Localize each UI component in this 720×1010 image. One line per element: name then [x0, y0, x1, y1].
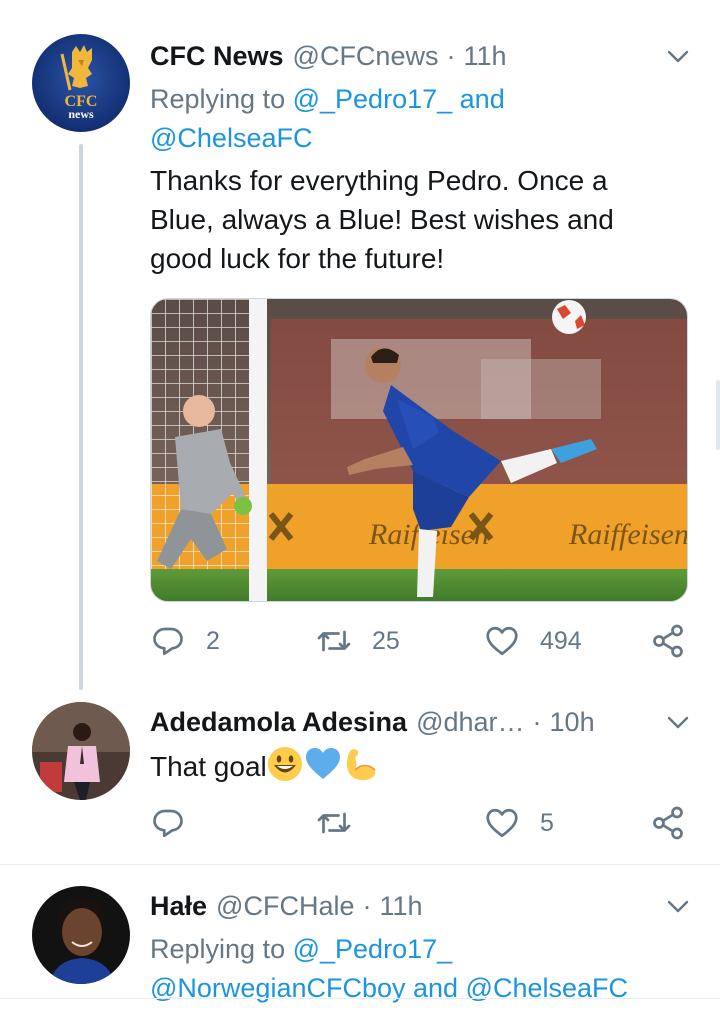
avatar-cfc-news[interactable]: CFC news [32, 34, 130, 132]
avatar-photo [32, 702, 130, 800]
like-icon [486, 626, 518, 656]
tweet-text-line: Thanks for everything Pedro. Once a [150, 165, 608, 196]
cfc-news-logo: CFC news [32, 34, 130, 132]
retweet-icon [317, 812, 351, 834]
tweet-divider [0, 864, 720, 865]
avatar-hale[interactable] [32, 886, 130, 984]
replying-to-label: Replying to [150, 84, 286, 114]
replying-to-and: and [459, 84, 505, 114]
replying-to-label: Replying to [150, 934, 286, 964]
retweet-icon [317, 630, 351, 652]
replying-to-user[interactable]: @_Pedro17_ [293, 934, 453, 964]
like-icon [486, 808, 518, 838]
share-icon [653, 624, 683, 658]
replying-to-user[interactable]: @_Pedro17_ [293, 84, 453, 114]
grinning-face-emoji [267, 747, 302, 781]
bottom-divider [0, 998, 720, 999]
thread-line [79, 144, 83, 690]
display-name[interactable]: Hałe [150, 891, 207, 922]
tweet-actions: 2 25 494 [150, 619, 690, 663]
replying-to-user[interactable]: @ChelseaFC [150, 123, 312, 153]
display-name[interactable]: CFC News [150, 41, 284, 72]
flexed-biceps-emoji [346, 749, 376, 780]
share-icon [653, 806, 683, 840]
username[interactable]: @CFCnews [293, 41, 439, 72]
reply-button[interactable] [150, 801, 206, 845]
separator: · [446, 40, 456, 71]
avatar-photo [32, 886, 130, 984]
username[interactable]: @CFCHale [216, 891, 354, 922]
like-count: 494 [540, 626, 582, 655]
separator: · [532, 706, 542, 737]
tweet-text-line: good luck for the future! [150, 243, 445, 274]
tweet-photo[interactable]: Raiffeisen Raiffeisen [150, 298, 688, 602]
svg-text:Raiffeisen: Raiffeisen [568, 518, 688, 551]
tweet-hale[interactable]: Hałe @CFCHale · 11h Replying to @_Pedro1… [0, 866, 720, 1010]
like-count: 5 [540, 808, 554, 837]
tweet-actions: 5 [150, 801, 690, 845]
tweet-header: Hałe @CFCHale · 11h [150, 886, 690, 926]
blue-heart-emoji [305, 748, 340, 779]
svg-text:news: news [68, 107, 94, 121]
tweet-cfc-news[interactable]: CFC news CFC News @CFCnews · 11h Replyin… [0, 0, 720, 690]
reply-icon [153, 809, 183, 838]
chevron-down-icon[interactable] [666, 710, 690, 734]
timestamp[interactable]: 11h [379, 891, 422, 922]
reply-count: 2 [206, 626, 220, 655]
display-name[interactable]: Adedamola Adesina [150, 707, 407, 738]
reply-button[interactable]: 2 [150, 619, 220, 663]
replying-to: Replying to @_Pedro17_ and @ChelseaFC [150, 80, 690, 158]
replying-to: Replying to @_Pedro17_ @NorwegianCFCboy … [150, 930, 690, 1008]
tweet-text: Thanks for everything Pedro. Once a Blue… [150, 161, 680, 278]
timestamp[interactable]: 11h [463, 41, 506, 72]
tweet-text: That goal [150, 746, 680, 786]
retweet-count: 25 [372, 626, 400, 655]
like-button[interactable]: 494 [484, 619, 582, 663]
tweet-text-line: That goal [150, 751, 267, 782]
tweet-text-line: Blue, always a Blue! Best wishes and [150, 204, 614, 235]
tweet-reply[interactable]: Adedamola Adesina @dhar… · 10h That goal… [0, 690, 720, 865]
separator: · [362, 890, 372, 921]
football-photo: Raiffeisen Raiffeisen [151, 299, 688, 601]
avatar-adedamola[interactable] [32, 702, 130, 800]
retweet-button[interactable] [316, 801, 372, 845]
retweet-button[interactable]: 25 [316, 619, 400, 663]
username[interactable]: @dhar… [416, 707, 524, 738]
share-button[interactable] [650, 801, 686, 845]
like-button[interactable]: 5 [484, 801, 554, 845]
scrollbar[interactable] [716, 380, 720, 450]
timestamp[interactable]: 10h [550, 707, 595, 738]
chevron-down-icon[interactable] [666, 894, 690, 918]
share-button[interactable] [650, 619, 686, 663]
tweet-header: CFC News @CFCnews · 11h [150, 36, 690, 76]
chevron-down-icon[interactable] [666, 44, 690, 68]
tweet-header: Adedamola Adesina @dhar… · 10h [150, 702, 690, 742]
reply-icon [153, 627, 183, 656]
